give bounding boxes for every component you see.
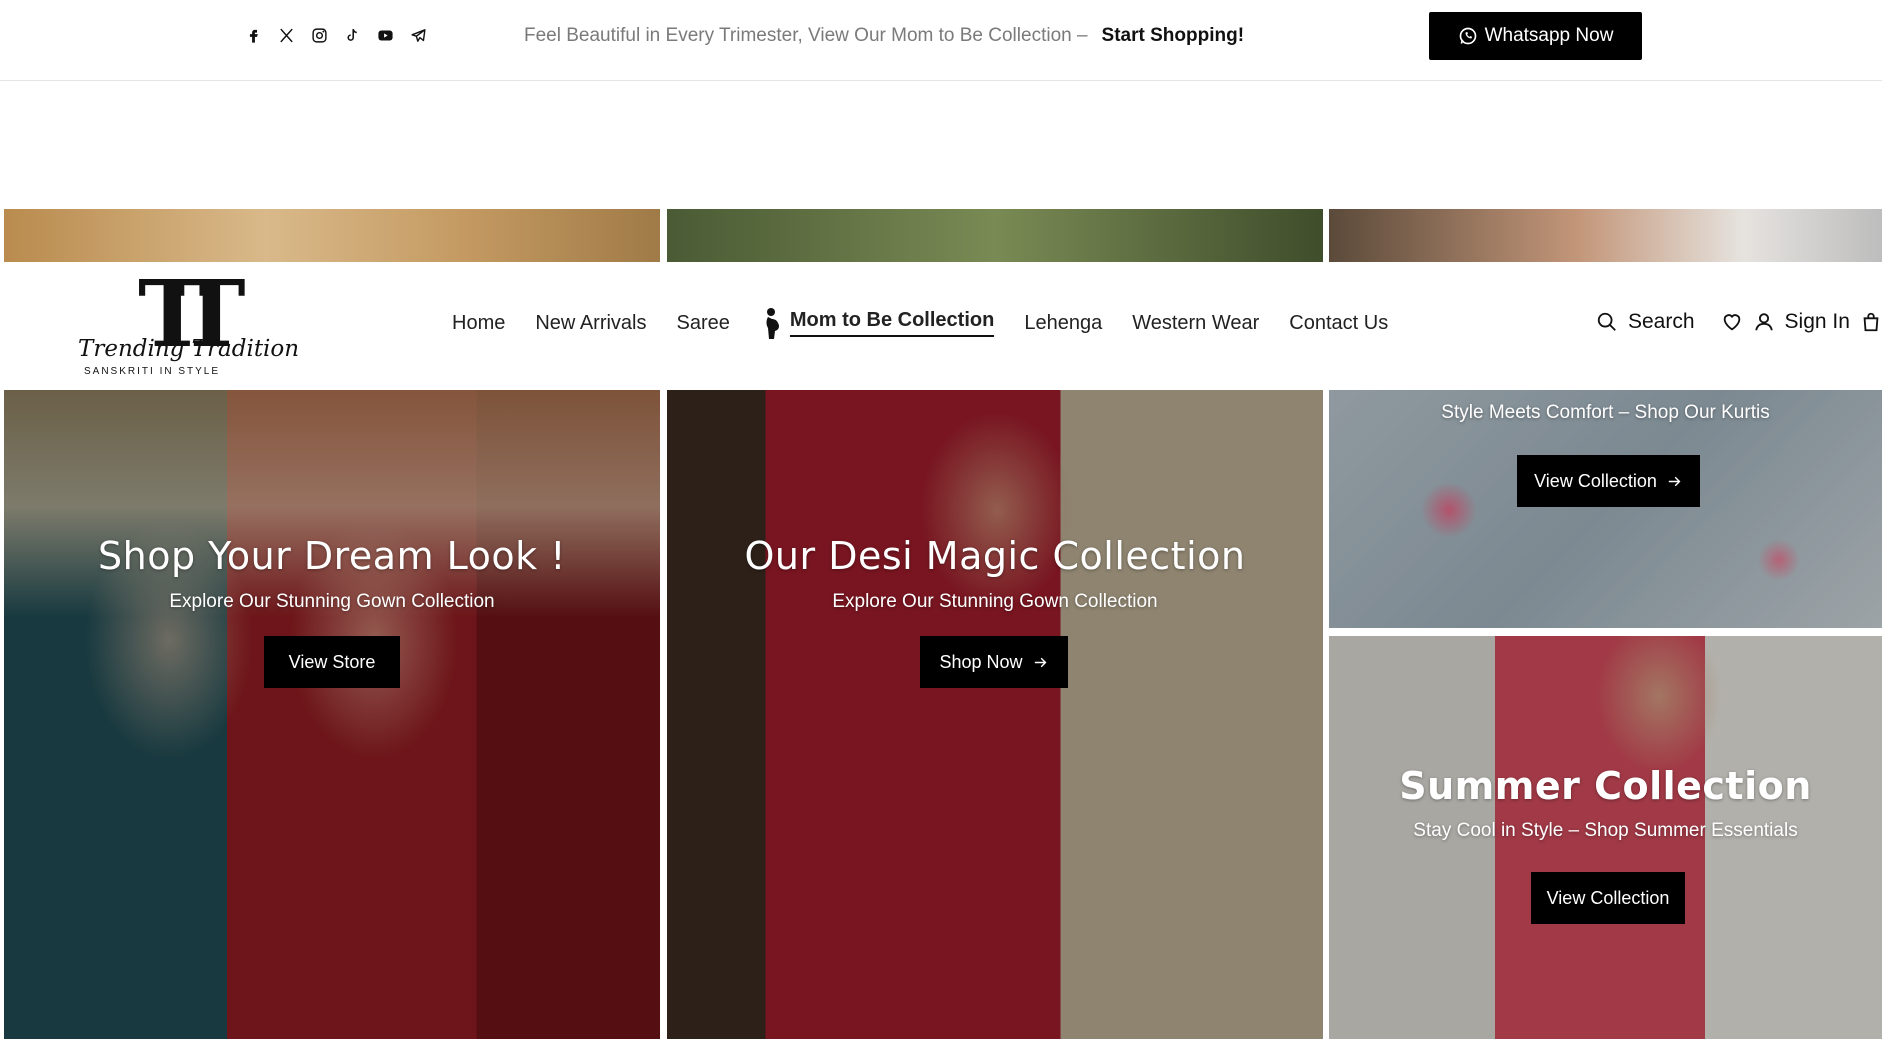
nav-item-western-wear[interactable]: Western Wear [1132,312,1259,335]
instagram-icon[interactable] [310,26,329,45]
x-icon[interactable] [277,26,296,45]
banner-right-top[interactable]: Style Meets Comfort – Shop Our Kurtis Vi… [1329,390,1882,628]
banner-overlay [667,390,1323,1039]
nav-item-lehenga[interactable]: Lehenga [1024,312,1102,335]
banner-right-bottom-title: Summer Collection [1399,764,1812,808]
view-collection-label: View Collection [1546,887,1670,908]
whatsapp-icon [1459,27,1476,45]
wishlist-button[interactable] [1721,311,1743,333]
banner-overlay [1329,390,1882,628]
whatsapp-button[interactable]: Whatsapp Now [1429,12,1642,60]
social-links [244,26,428,45]
shopping-bag-icon [1863,312,1879,332]
user-icon [1754,313,1773,331]
site-logo[interactable]: TT Trending Tradition SANSKRITI IN STYLE [76,268,316,386]
banner-right-bottom[interactable]: Summer Collection Stay Cool in Style – S… [1329,636,1882,1039]
search-label: Search [1628,310,1695,333]
view-store-label: View Store [288,651,376,672]
main-nav: Home New Arrivals Saree Mom to Be Collec… [452,306,1388,340]
banner-center-subtitle: Explore Our Stunning Gown Collection [832,591,1158,612]
site-header: TT Trending Tradition SANSKRITI IN STYLE… [0,262,1882,390]
banner-overlay [4,390,660,1039]
shop-now-button[interactable]: Shop Now [920,636,1068,688]
search-icon [1597,312,1616,331]
arrow-right-icon [1034,657,1046,667]
view-store-button[interactable]: View Store [264,636,400,688]
nav-item-mom-to-be[interactable]: Mom to Be Collection [760,306,995,340]
nav-item-saree[interactable]: Saree [677,312,730,335]
search-button[interactable]: Search [1596,310,1695,334]
nav-item-home[interactable]: Home [452,312,505,335]
tiktok-icon[interactable] [343,26,362,45]
facebook-icon[interactable] [244,26,263,45]
banner-left-subtitle: Explore Our Stunning Gown Collection [169,591,495,612]
heart-icon [1723,314,1740,331]
banner-left-title: Shop Your Dream Look ! [98,534,566,578]
banner-center-top-image [667,209,1323,262]
view-collection-button[interactable]: View Collection [1517,455,1700,507]
nav-item-label: Mom to Be Collection [789,309,995,337]
banner-left[interactable]: Shop Your Dream Look ! Explore Our Stunn… [4,390,660,1039]
announcement-cta-link[interactable]: Start Shopping! [1102,25,1244,46]
announcement-text: Feel Beautiful in Every Trimester, View … [524,25,1088,46]
logo-script: Trending Tradition [78,336,300,362]
view-collection-button[interactable]: View Collection [1531,872,1685,924]
account-button[interactable]: Sign In [1753,310,1850,334]
banner-center[interactable]: Our Desi Magic Collection Explore Our St… [667,390,1323,1039]
logo-tagline: SANSKRITI IN STYLE [84,366,221,377]
header-tools: Search Sign In [1596,310,1882,334]
banner-right-bottom-subtitle: Stay Cool in Style – Shop Summer Essenti… [1413,820,1798,841]
whatsapp-label: Whatsapp Now [1484,25,1614,46]
announcement-message: Feel Beautiful in Every Trimester, View … [524,25,1244,47]
banner-right-top-subtitle: Style Meets Comfort – Shop Our Kurtis [1441,402,1770,423]
banner-left-top-image [4,209,660,262]
arrow-right-icon [1668,476,1681,486]
youtube-icon[interactable] [376,26,395,45]
nav-item-new-arrivals[interactable]: New Arrivals [535,312,646,335]
signin-label: Sign In [1784,310,1850,333]
announcement-bar: Feel Beautiful in Every Trimester, View … [0,0,1882,81]
pregnant-woman-icon [766,308,779,339]
banner-right-top-image [1329,209,1882,262]
telegram-icon[interactable] [409,26,428,45]
shop-now-label: Shop Now [939,651,1023,672]
cart-button[interactable] [1860,311,1882,333]
view-collection-label: View Collection [1534,470,1657,491]
banner-center-title: Our Desi Magic Collection [744,534,1246,578]
page: Feel Beautiful in Every Trimester, View … [0,0,1882,1042]
nav-item-contact-us[interactable]: Contact Us [1289,312,1388,335]
